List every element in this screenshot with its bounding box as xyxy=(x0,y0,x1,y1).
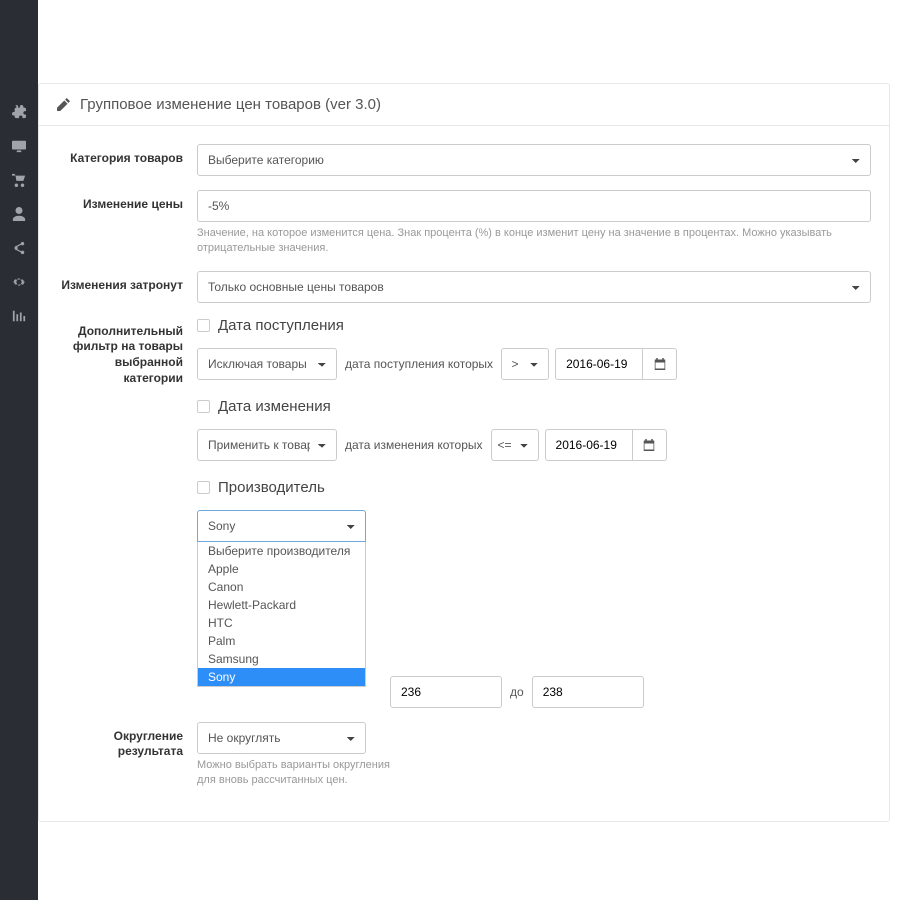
date-modified-date-input[interactable] xyxy=(545,429,633,461)
calendar-icon xyxy=(643,439,655,451)
user-icon xyxy=(12,207,26,221)
date-added-mode-select[interactable]: Исключая товары xyxy=(197,348,337,380)
price-to-label: до xyxy=(508,685,526,699)
calendar-icon xyxy=(654,358,666,370)
price-change-help: Значение, на которое изменится цена. Зна… xyxy=(197,226,871,257)
page-title: Групповое изменение цен товаров (ver 3.0… xyxy=(80,96,381,113)
date-added-title: Дата поступления xyxy=(218,317,344,334)
rounding-label: Округление результата xyxy=(57,722,197,760)
dropdown-item-selected[interactable]: Sony xyxy=(198,668,365,686)
date-added-section: Дата поступления xyxy=(197,317,871,334)
date-added-calendar-button[interactable] xyxy=(643,348,677,380)
manufacturer-dropdown: Выберите производителя Apple Canon Hewle… xyxy=(197,542,366,687)
date-added-checkbox[interactable] xyxy=(197,319,210,332)
panel-header: Групповое изменение цен товаров (ver 3.0… xyxy=(39,84,889,126)
category-select[interactable]: Выберите категорию xyxy=(197,144,871,176)
rounding-help: Можно выбрать варианты округления для вн… xyxy=(197,758,397,789)
sidebar-item-monitor[interactable] xyxy=(0,129,38,163)
filter-label: Дополнительный фильтр на товары выбранно… xyxy=(57,317,197,386)
sidebar-item-user[interactable] xyxy=(0,197,38,231)
dropdown-item[interactable]: Samsung xyxy=(198,650,365,668)
date-added-op-select[interactable]: > xyxy=(501,348,549,380)
category-label: Категория товаров xyxy=(57,144,197,165)
panel: Групповое изменение цен товаров (ver 3.0… xyxy=(38,83,890,822)
puzzle-icon xyxy=(12,105,26,119)
date-modified-text: дата изменения которых xyxy=(343,438,485,452)
chart-icon xyxy=(12,309,26,323)
dropdown-item[interactable]: Palm xyxy=(198,632,365,650)
date-added-text: дата поступления которых xyxy=(343,357,495,371)
date-modified-mode-select[interactable]: Применить к товарам xyxy=(197,429,337,461)
date-modified-checkbox[interactable] xyxy=(197,400,210,413)
pencil-icon xyxy=(57,98,70,111)
dropdown-item[interactable]: Выберите производителя xyxy=(198,542,365,560)
date-modified-op-select[interactable]: <= xyxy=(491,429,539,461)
sidebar xyxy=(0,0,38,900)
dropdown-item[interactable]: Hewlett-Packard xyxy=(198,596,365,614)
main-content: Групповое изменение цен товаров (ver 3.0… xyxy=(38,0,900,900)
dropdown-item[interactable]: HTC xyxy=(198,614,365,632)
manufacturer-section: Производитель xyxy=(197,479,871,496)
share-icon xyxy=(12,241,26,255)
price-from-input[interactable] xyxy=(390,676,502,708)
sidebar-item-share[interactable] xyxy=(0,231,38,265)
price-to-input[interactable] xyxy=(532,676,644,708)
affects-select[interactable]: Только основные цены товаров xyxy=(197,271,871,303)
dropdown-item[interactable]: Canon xyxy=(198,578,365,596)
manufacturer-checkbox[interactable] xyxy=(197,481,210,494)
manufacturer-select[interactable]: Sony xyxy=(197,510,366,542)
date-added-date-input[interactable] xyxy=(555,348,643,380)
dropdown-item[interactable]: Apple xyxy=(198,560,365,578)
cart-icon xyxy=(12,173,26,187)
manufacturer-title: Производитель xyxy=(218,479,325,496)
gear-icon xyxy=(12,275,26,289)
date-modified-title: Дата изменения xyxy=(218,398,331,415)
sidebar-item-puzzle[interactable] xyxy=(0,95,38,129)
rounding-select[interactable]: Не округлять xyxy=(197,722,366,754)
date-modified-calendar-button[interactable] xyxy=(633,429,667,461)
monitor-icon xyxy=(12,139,26,153)
price-change-label: Изменение цены xyxy=(57,190,197,211)
date-modified-section: Дата изменения xyxy=(197,398,871,415)
affects-label: Изменения затронут xyxy=(57,271,197,292)
sidebar-item-chart[interactable] xyxy=(0,299,38,333)
sidebar-item-gear[interactable] xyxy=(0,265,38,299)
sidebar-item-cart[interactable] xyxy=(0,163,38,197)
price-change-input[interactable] xyxy=(197,190,871,222)
